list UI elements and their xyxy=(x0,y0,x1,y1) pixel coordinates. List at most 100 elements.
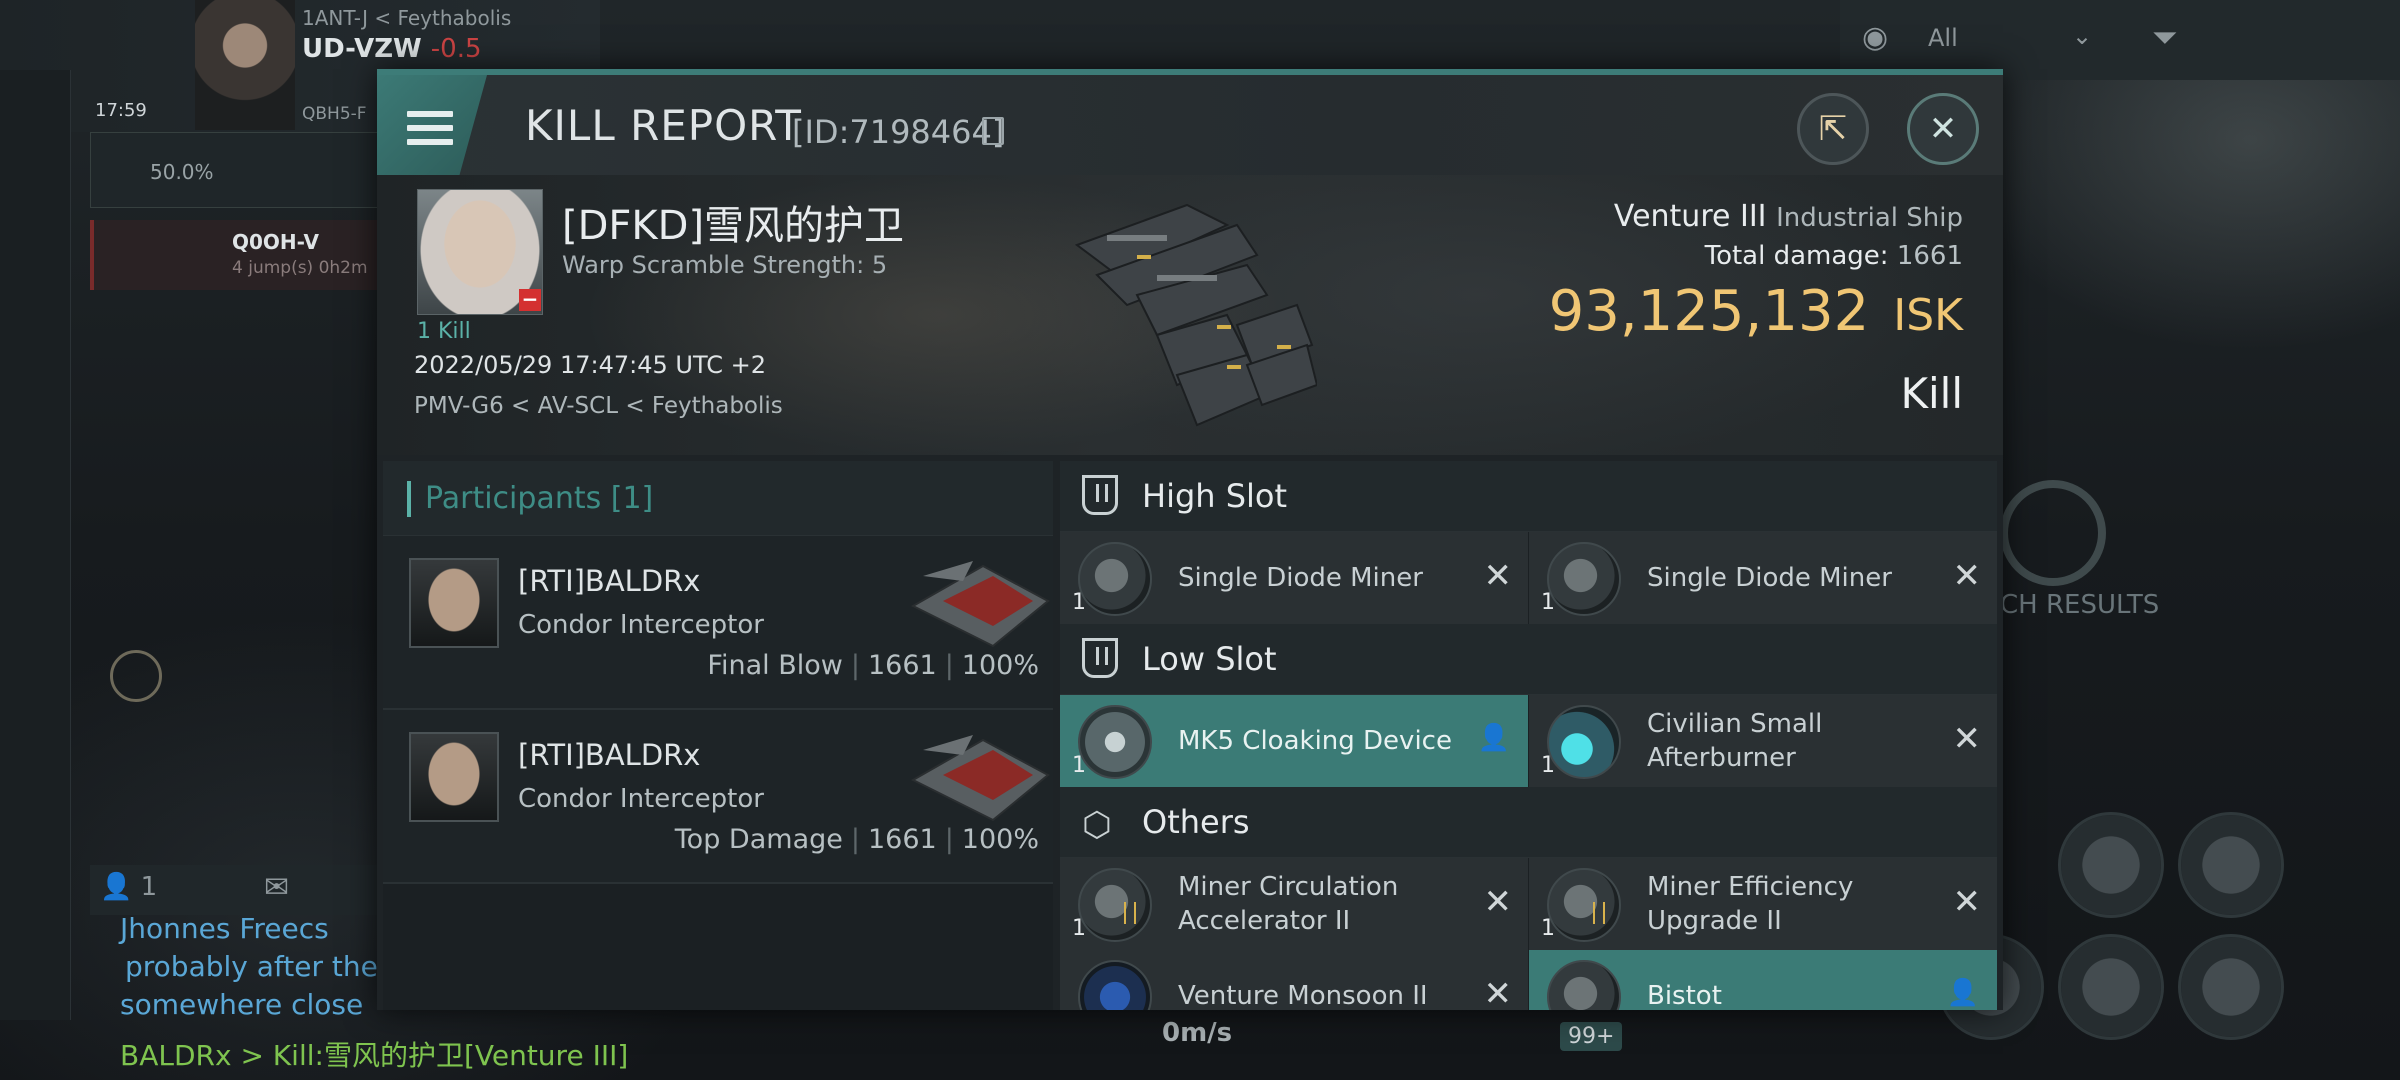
route-jumps: 4 jump(s) 0h2m xyxy=(232,258,368,278)
low-slot-header: Low Slot xyxy=(1060,624,1997,695)
module-name: Miner Circulation Accelerator II xyxy=(1178,872,1399,936)
rig-module-icon xyxy=(1547,868,1621,942)
participant-ship: Condor Interceptor xyxy=(518,610,764,640)
module-item[interactable]: 1 Miner Circulation Accelerator II ✕ xyxy=(1060,858,1528,950)
cargo-percent: 50.0% xyxy=(150,160,214,184)
chat-kill-message[interactable]: BALDRx > Kill:雪风的护卫[Venture III] xyxy=(120,1034,628,1074)
module-button[interactable] xyxy=(2058,812,2164,918)
participants-header: Participants [1] xyxy=(383,461,1053,536)
module-quantity: 1 xyxy=(1072,753,1086,778)
module-item[interactable]: 1 Single Diode Miner ✕ xyxy=(1060,532,1528,624)
high-slot-icon xyxy=(1082,475,1118,515)
kill-report-dialog: KILL REPORT [ID:7198464] ⇱ ✕ − [DFKD]雪风的… xyxy=(377,69,2003,1010)
isk-value: 93,125,132 ISK xyxy=(1548,279,1963,344)
destroyed-x-icon: ✕ xyxy=(1952,719,1982,759)
funnel-icon[interactable]: ⏷ xyxy=(2152,18,2178,57)
cargo-panel[interactable] xyxy=(90,132,382,208)
ore-icon xyxy=(1547,960,1621,1010)
menu-button[interactable] xyxy=(377,75,487,175)
cloaking-device-icon xyxy=(1078,705,1152,779)
others-label: Others xyxy=(1142,803,1250,841)
module-item[interactable]: 1 Miner Efficiency Upgrade II ✕ xyxy=(1529,858,1997,950)
route-destination: Q0OH-V xyxy=(232,230,319,254)
fitting-panel: High Slot 1 Single Diode Miner ✕ 1 Singl… xyxy=(1060,461,1997,1010)
module-name: Single Diode Miner xyxy=(1178,563,1423,593)
module-item[interactable]: Venture Monsoon II ✕ xyxy=(1060,950,1528,1010)
kill-result: Kill xyxy=(1900,369,1963,418)
pilot-avatar[interactable] xyxy=(195,0,295,130)
module-button[interactable] xyxy=(2178,934,2284,1040)
module-item[interactable]: 1 MK5 Cloaking Device 👤 xyxy=(1060,695,1528,787)
total-damage: Total damage: 1661 xyxy=(1704,241,1963,271)
avatar[interactable] xyxy=(409,732,499,822)
module-item[interactable]: Bistot 👤 xyxy=(1529,950,1997,1010)
chat-message: somewhere close xyxy=(120,988,364,1021)
high-slot-label: High Slot xyxy=(1142,477,1288,515)
speed-readout: 0m/s xyxy=(1162,1018,1233,1048)
high-slot-header: High Slot xyxy=(1060,461,1997,532)
chat-member-count[interactable]: 👤 1 xyxy=(100,872,157,902)
module-name: MK5 Cloaking Device xyxy=(1178,726,1452,756)
module-quantity: 1 xyxy=(1541,916,1555,941)
module-quantity: 1 xyxy=(1541,590,1555,615)
next-system: QBH5-F xyxy=(302,104,367,124)
victim-summary: − [DFKD]雪风的护卫 Warp Scramble Strength: 5 … xyxy=(377,175,2003,455)
chevron-down-icon[interactable]: ⌄ xyxy=(2072,22,2092,50)
participant-name: [RTI]BALDRx xyxy=(518,738,701,772)
rig-module-icon xyxy=(1078,868,1152,942)
left-sidebar xyxy=(0,70,71,1020)
participant-row[interactable]: [RTI]BALDRx Condor Interceptor Top Damag… xyxy=(383,710,1053,884)
close-button[interactable]: ✕ xyxy=(1907,93,1979,165)
close-icon: ✕ xyxy=(1928,109,1958,149)
dialog-title: KILL REPORT xyxy=(525,101,802,150)
dropped-person-icon: 👤 xyxy=(1946,978,1979,1008)
avatar[interactable] xyxy=(409,558,499,648)
kill-location[interactable]: PMV-G6 < AV-SCL < Feythabolis xyxy=(414,393,783,419)
participants-label: Participants [1] xyxy=(425,481,654,516)
destroyed-x-icon: ✕ xyxy=(1952,556,1982,596)
miner-module-icon xyxy=(1547,542,1621,616)
module-name: Venture Monsoon II xyxy=(1178,981,1428,1010)
external-link-icon: ⇱ xyxy=(1818,109,1848,149)
warp-scramble: Warp Scramble Strength: 5 xyxy=(562,251,888,279)
copy-icon[interactable] xyxy=(982,117,1004,145)
participants-panel: Participants [1] [RTI]BALDRx Condor Inte… xyxy=(383,461,1053,1010)
module-item[interactable]: 1 Single Diode Miner ✕ xyxy=(1529,532,1997,624)
chat-sender[interactable]: Jhonnes Freecs xyxy=(120,912,329,945)
current-system[interactable]: UD-VZW -0.5 xyxy=(302,34,482,64)
afterburner-icon xyxy=(1547,705,1621,779)
ship-type[interactable]: Venture III Industrial Ship xyxy=(1614,199,1963,234)
share-button[interactable]: ⇱ xyxy=(1797,93,1869,165)
low-slot-label: Low Slot xyxy=(1142,640,1277,678)
eye-icon[interactable]: ◉ xyxy=(1862,20,1888,55)
module-item[interactable]: 1 Civilian Small Afterburner ✕ xyxy=(1529,695,1997,787)
participant-stats: Final Blow | 1661 | 100% xyxy=(707,650,1039,681)
module-button[interactable] xyxy=(2178,812,2284,918)
participant-stats: Top Damage | 1661 | 100% xyxy=(674,824,1039,855)
module-name: Miner Efficiency Upgrade II xyxy=(1647,872,1854,936)
participant-name: [RTI]BALDRx xyxy=(518,564,701,598)
module-button[interactable] xyxy=(2058,934,2164,1040)
cube-icon: ⬡ xyxy=(1082,805,1112,845)
report-id: [ID:7198464] xyxy=(792,113,1005,151)
destroyed-x-icon: ✕ xyxy=(1952,882,1982,922)
destroyed-x-icon: ✕ xyxy=(1483,974,1513,1010)
others-header: ⬡ Others xyxy=(1060,787,1997,858)
mail-icon[interactable]: ✉ xyxy=(264,870,289,905)
ring-icon xyxy=(2000,480,2106,586)
kill-count: 1 Kill xyxy=(417,319,471,344)
clock: 17:59 xyxy=(95,100,147,121)
hamburger-icon xyxy=(407,111,453,153)
hostile-badge: − xyxy=(519,289,541,311)
miner-module-icon xyxy=(1078,542,1152,616)
target-icon[interactable] xyxy=(110,650,162,702)
low-slot-icon xyxy=(1082,638,1118,678)
condor-ship-image xyxy=(910,735,1050,822)
search-results-label: CH RESULTS xyxy=(2000,590,2160,620)
kill-datetime: 2022/05/29 17:47:45 UTC +2 xyxy=(414,351,766,379)
system-breadcrumb[interactable]: 1ANT-J < Feythabolis xyxy=(302,6,511,30)
module-name: Single Diode Miner xyxy=(1647,563,1892,593)
filter-select[interactable]: All xyxy=(1928,24,1958,52)
participant-row[interactable]: [RTI]BALDRx Condor Interceptor Final Blo… xyxy=(383,536,1053,710)
victim-name[interactable]: [DFKD]雪风的护卫 xyxy=(562,193,904,251)
